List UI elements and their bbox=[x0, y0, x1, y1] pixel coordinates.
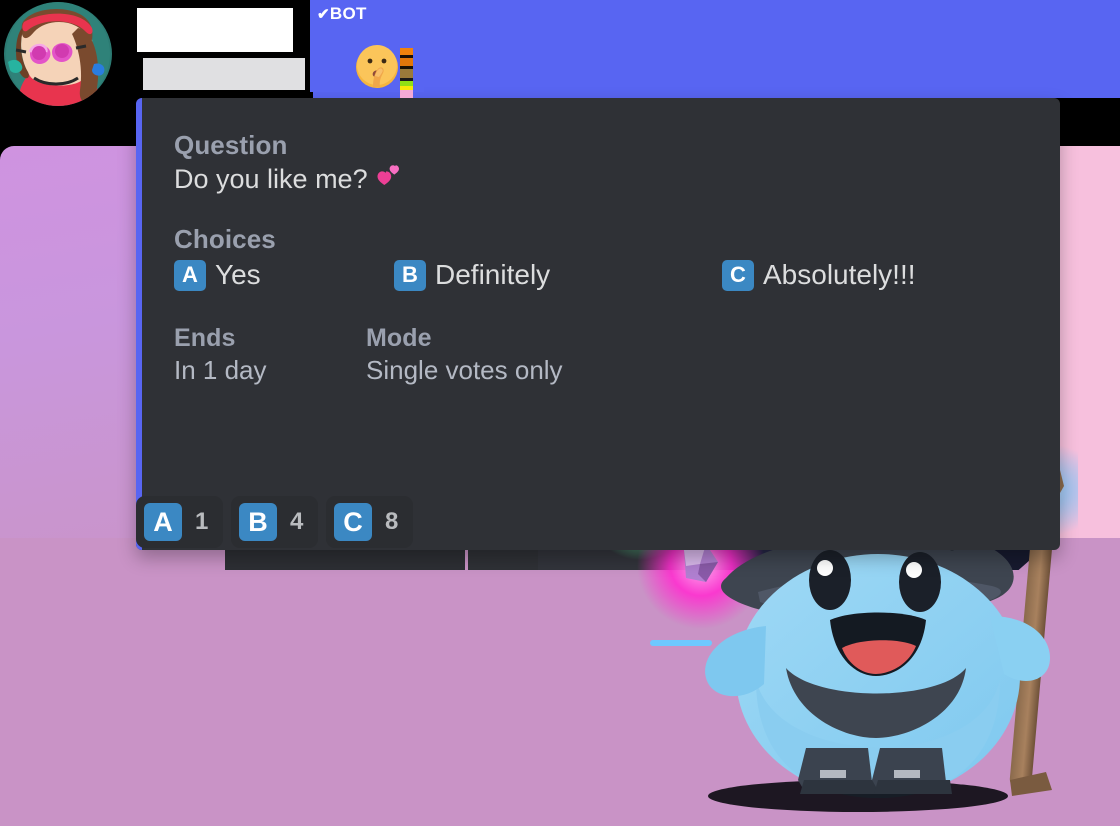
reaction-bar: A 1 B 4 C 8 bbox=[136, 496, 413, 548]
backdrop-blurple-banner bbox=[313, 0, 1120, 98]
question-text: Do you like me? bbox=[174, 164, 368, 195]
question-field-value: Do you like me? bbox=[174, 162, 1036, 199]
avatar[interactable] bbox=[4, 2, 112, 106]
regional-indicator-c-icon: C bbox=[722, 259, 754, 291]
mode-field-name: Mode bbox=[366, 324, 432, 353]
reaction-a-count: 1 bbox=[195, 508, 209, 535]
choice-b: B Definitely bbox=[394, 259, 722, 291]
embed-field-ends: Ends In 1 day bbox=[174, 323, 366, 386]
ends-field-name: Ends bbox=[174, 324, 236, 353]
shushing-face-icon bbox=[353, 43, 401, 91]
username-redaction bbox=[137, 8, 293, 52]
verified-check-icon: ✔ bbox=[317, 6, 330, 23]
embed-field-question: Question Do you like me? bbox=[174, 130, 1036, 198]
choice-c: C Absolutely!!! bbox=[722, 259, 916, 291]
reaction-a-icon: A bbox=[144, 503, 182, 541]
question-field-name: Question bbox=[174, 130, 288, 160]
regional-indicator-a-icon: A bbox=[174, 259, 206, 291]
choice-b-label: Definitely bbox=[435, 259, 551, 291]
reaction-b-icon: B bbox=[239, 503, 277, 541]
reaction-b-count: 4 bbox=[290, 508, 304, 535]
choices-field-name: Choices bbox=[174, 224, 276, 255]
reaction-c-icon: C bbox=[334, 503, 372, 541]
reaction-c[interactable]: C 8 bbox=[326, 496, 413, 548]
mode-field-value: Single votes only bbox=[366, 354, 563, 385]
color-artifact-strip bbox=[400, 48, 413, 98]
embed-accent-bar bbox=[136, 98, 142, 550]
screenshot-root: ✔BOT Question Do you like me? Choices A … bbox=[0, 0, 1120, 826]
ends-field-value: In 1 day bbox=[174, 354, 267, 385]
two-hearts-icon bbox=[375, 162, 403, 199]
embed-meta-row: Ends In 1 day Mode Single votes only bbox=[174, 323, 1036, 386]
reaction-c-count: 8 bbox=[385, 508, 399, 535]
choice-a-label: Yes bbox=[215, 259, 261, 291]
reaction-b[interactable]: B 4 bbox=[231, 496, 318, 548]
bot-badge-label: BOT bbox=[329, 4, 367, 23]
choice-a: A Yes bbox=[174, 259, 394, 291]
choices-row: A Yes B Definitely C Absolutely!!! bbox=[174, 259, 1036, 291]
regional-indicator-b-icon: B bbox=[394, 259, 426, 291]
reaction-a[interactable]: A 1 bbox=[136, 496, 223, 548]
embed-field-choices: Choices A Yes B Definitely C Absolutely!… bbox=[174, 224, 1036, 291]
embed-field-mode: Mode Single votes only bbox=[366, 323, 563, 386]
timestamp-redaction bbox=[143, 58, 305, 90]
poll-embed-card: Question Do you like me? Choices A Yes B… bbox=[136, 98, 1060, 550]
choice-c-label: Absolutely!!! bbox=[763, 259, 916, 291]
